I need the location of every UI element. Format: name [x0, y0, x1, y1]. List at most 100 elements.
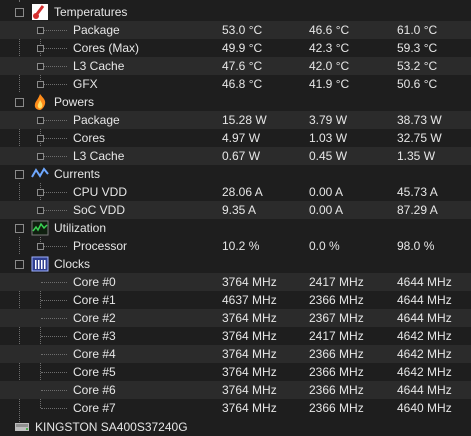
minimum-value: 46.6 °C	[309, 23, 350, 37]
tree-node-icon	[37, 81, 44, 88]
device-row-kingston[interactable]: KINGSTON SA400S37240G	[0, 418, 471, 436]
collapse-toggle-icon[interactable]	[15, 98, 24, 107]
tree-connector	[41, 120, 67, 121]
sensor-label: Core #1	[73, 293, 116, 307]
sensor-row[interactable]: SoC VDD 9.35 A 0.00 A 87.29 A	[0, 201, 471, 219]
tree-connector	[41, 300, 67, 301]
sensor-label: Core #2	[73, 311, 116, 325]
current-value: 15.28 W	[222, 113, 267, 127]
sensor-row[interactable]: Package 15.28 W 3.79 W 38.73 W	[0, 111, 471, 129]
minimum-value: 0.00 A	[309, 185, 344, 199]
maximum-value: 45.73 A	[397, 185, 438, 199]
tree-node-icon	[37, 63, 44, 70]
tree-connector	[41, 84, 67, 85]
minimum-value: 41.9 °C	[309, 77, 350, 91]
current-value: 3764 MHz	[222, 311, 277, 325]
maximum-value: 38.73 W	[397, 113, 442, 127]
sensor-label: Cores	[73, 131, 106, 145]
tree-connector	[41, 246, 67, 247]
sensor-row[interactable]: L3 Cache 0.67 W 0.45 W 1.35 W	[0, 147, 471, 165]
sensor-label: Core #4	[73, 347, 116, 361]
sensor-row[interactable]: Package 53.0 °C 46.6 °C 61.0 °C	[0, 21, 471, 39]
disk-drive-icon	[14, 418, 32, 436]
minimum-value: 42.0 °C	[309, 59, 350, 73]
maximum-value: 4644 MHz	[397, 293, 452, 307]
tree-node-icon	[37, 189, 44, 196]
current-value: 49.9 °C	[222, 41, 263, 55]
sensor-label: Core #5	[73, 365, 116, 379]
group-label: Utilization	[54, 221, 107, 235]
sensor-label: SoC VDD	[73, 203, 126, 217]
maximum-value: 4642 MHz	[397, 365, 452, 379]
sensor-row[interactable]: Core #0 3764 MHz 2417 MHz 4644 MHz	[0, 273, 471, 291]
current-value: 3764 MHz	[222, 329, 277, 343]
sensor-row[interactable]: Core #4 3764 MHz 2366 MHz 4642 MHz	[0, 345, 471, 363]
sensor-row[interactable]: Core #2 3764 MHz 2367 MHz 4644 MHz	[0, 309, 471, 327]
current-value: 28.06 A	[222, 185, 263, 199]
minimum-value: 0.45 W	[309, 149, 348, 163]
current-value: 4637 MHz	[222, 293, 277, 307]
sensor-label: Core #7	[73, 401, 116, 415]
sensor-row[interactable]: GFX 46.8 °C 41.9 °C 50.6 °C	[0, 75, 471, 93]
group-label: Currents	[54, 167, 101, 181]
device-name: KINGSTON SA400S37240G	[35, 420, 188, 434]
sensor-row[interactable]: Core #7 3764 MHz 2366 MHz 4640 MHz	[0, 399, 471, 417]
group-temperatures[interactable]: Temperatures	[0, 3, 471, 21]
collapse-toggle-icon[interactable]	[15, 8, 24, 17]
tree-connector	[41, 336, 67, 337]
current-value: 53.0 °C	[222, 23, 263, 37]
sensor-tree[interactable]: Temperatures Package 53.0 °C 46.6 °C 61.0 °C…	[0, 0, 471, 428]
group-label: Powers	[54, 95, 95, 109]
group-utilization[interactable]: Utilization	[0, 219, 471, 237]
sensor-label: Core #0	[73, 275, 116, 289]
current-value: 3764 MHz	[222, 401, 277, 415]
tree-connector	[41, 318, 67, 319]
tree-connector	[41, 30, 67, 31]
tree-connector	[41, 354, 67, 355]
tree-node-icon	[37, 117, 44, 124]
sensor-row[interactable]: Processor 10.2 % 0.0 % 98.0 %	[0, 237, 471, 255]
sensor-row[interactable]: L3 Cache 47.6 °C 42.0 °C 53.2 °C	[0, 57, 471, 75]
minimum-value: 2366 MHz	[309, 347, 364, 361]
sensor-row[interactable]: Core #6 3764 MHz 2366 MHz 4644 MHz	[0, 381, 471, 399]
collapse-toggle-icon[interactable]	[15, 224, 24, 233]
tree-connector	[41, 390, 67, 391]
utilization-graph-icon	[31, 219, 49, 237]
tree-connector	[41, 372, 67, 373]
sensor-label: L3 Cache	[73, 149, 125, 163]
sensor-row[interactable]: Core #3 3764 MHz 2417 MHz 4642 MHz	[0, 327, 471, 345]
current-value: 9.35 A	[222, 203, 257, 217]
collapse-toggle-icon[interactable]	[15, 260, 24, 269]
tree-node-icon	[37, 153, 44, 160]
maximum-value: 98.0 %	[397, 239, 435, 253]
sensor-row[interactable]: Cores (Max) 49.9 °C 42.3 °C 59.3 °C	[0, 39, 471, 57]
sensor-row[interactable]: Core #5 3764 MHz 2366 MHz 4642 MHz	[0, 363, 471, 381]
sensor-row[interactable]: CPU VDD 28.06 A 0.00 A 45.73 A	[0, 183, 471, 201]
sensor-row[interactable]: Cores 4.97 W 1.03 W 32.75 W	[0, 129, 471, 147]
current-value: 3764 MHz	[222, 383, 277, 397]
maximum-value: 4642 MHz	[397, 329, 452, 343]
tree-connector	[41, 156, 67, 157]
current-value: 3764 MHz	[222, 365, 277, 379]
minimum-value: 2366 MHz	[309, 401, 364, 415]
current-value: 0.67 W	[222, 149, 261, 163]
maximum-value: 32.75 W	[397, 131, 442, 145]
current-value: 4.97 W	[222, 131, 261, 145]
group-powers[interactable]: Powers	[0, 93, 471, 111]
tree-connector	[41, 282, 67, 283]
tree-node-icon	[37, 45, 44, 52]
current-value: 3764 MHz	[222, 347, 277, 361]
tree-connector	[41, 48, 67, 49]
sensor-label: Package	[73, 113, 120, 127]
group-currents[interactable]: Currents	[0, 165, 471, 183]
tree-connector	[41, 192, 67, 193]
maximum-value: 1.35 W	[397, 149, 436, 163]
collapse-toggle-icon[interactable]	[15, 170, 24, 179]
maximum-value: 4642 MHz	[397, 347, 452, 361]
thermometer-icon	[31, 3, 49, 21]
tree-node-icon	[37, 243, 44, 250]
minimum-value: 2417 MHz	[309, 329, 364, 343]
group-clocks[interactable]: Clocks	[0, 255, 471, 273]
sensor-label: CPU VDD	[73, 185, 128, 199]
sensor-row[interactable]: Core #1 4637 MHz 2366 MHz 4644 MHz	[0, 291, 471, 309]
